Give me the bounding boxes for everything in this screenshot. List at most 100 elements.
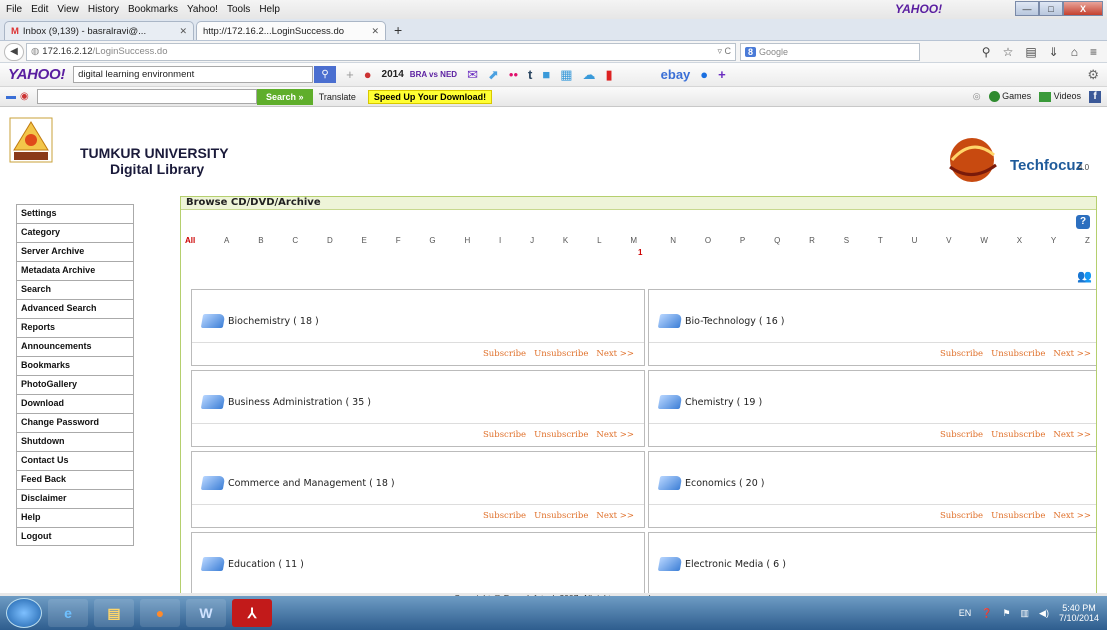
letter-y[interactable]: Y [1051, 236, 1056, 245]
sidebar-item-photogallery[interactable]: PhotoGallery [16, 375, 134, 394]
sidebar-item-announcements[interactable]: Announcements [16, 337, 134, 356]
help-tray-icon[interactable]: ❓ [981, 608, 992, 619]
letter-e[interactable]: E [362, 236, 367, 245]
tab-login-success[interactable]: http://172.16.2...LoginSuccess.do ✕ [196, 21, 386, 40]
start-button[interactable] [6, 598, 42, 628]
sidebar-item-bookmarks[interactable]: Bookmarks [16, 356, 134, 375]
back-button[interactable]: ◀ [4, 42, 24, 61]
subscribe-link[interactable]: Subscribe [483, 349, 526, 359]
letter-o[interactable]: O [705, 236, 711, 245]
letter-n[interactable]: N [670, 236, 676, 245]
gear-icon[interactable]: ⚙ [1087, 67, 1099, 83]
yahoo-search-button[interactable]: ⚲ [314, 66, 337, 83]
finance-icon[interactable]: ⬈ [488, 67, 499, 83]
maximize-button[interactable]: □ [1039, 1, 1063, 16]
letter-i[interactable]: I [499, 236, 501, 245]
world-cup-badge[interactable]: 2014 [382, 69, 404, 80]
sidebar-item-settings[interactable]: Settings [16, 204, 134, 223]
toolbar-search-input[interactable] [36, 89, 257, 104]
speed-up-button[interactable]: Speed Up Your Download! [367, 89, 493, 104]
letter-h[interactable]: H [464, 236, 470, 245]
translate-button[interactable]: Translate [319, 92, 356, 102]
sidebar-item-help[interactable]: Help [16, 508, 134, 527]
sidebar-item-metadata-archive[interactable]: Metadata Archive [16, 261, 134, 280]
category-title-link[interactable]: Business Administration ( 35 ) [200, 395, 371, 409]
plus-icon[interactable]: + [346, 67, 354, 82]
sidebar-item-shutdown[interactable]: Shutdown [16, 432, 134, 451]
flag-tray-icon[interactable]: ⚑ [1002, 608, 1010, 619]
firefox-taskbar-icon[interactable]: ● [140, 599, 180, 627]
next-link[interactable]: Next >> [596, 511, 634, 521]
address-bar[interactable]: ◍ 172.16.2.12/LoginSuccess.do ▿ C [26, 42, 736, 61]
category-title-link[interactable]: Electronic Media ( 6 ) [657, 557, 786, 571]
videos-link[interactable]: Videos [1039, 91, 1081, 102]
news-icon[interactable]: ▦ [560, 67, 572, 83]
ebay-link[interactable]: ebay [661, 67, 691, 82]
sidebar-item-logout[interactable]: Logout [16, 527, 134, 546]
sidebar-item-server-archive[interactable]: Server Archive [16, 242, 134, 261]
sidebar-item-category[interactable]: Category [16, 223, 134, 242]
ie-taskbar-icon[interactable]: e [48, 599, 88, 627]
orb-icon[interactable]: ◉ [20, 91, 29, 102]
letter-r[interactable]: R [809, 236, 815, 245]
letter-s[interactable]: S [844, 236, 849, 245]
search-icon[interactable]: ⚲ [982, 45, 991, 59]
category-title-link[interactable]: Commerce and Management ( 18 ) [200, 476, 395, 490]
unsubscribe-link[interactable]: Unsubscribe [534, 430, 588, 440]
category-title-link[interactable]: Education ( 11 ) [200, 557, 304, 571]
letter-t[interactable]: T [878, 236, 883, 245]
category-title-link[interactable]: Biochemistry ( 18 ) [200, 314, 319, 328]
menu-edit[interactable]: Edit [31, 4, 48, 15]
menu-history[interactable]: History [88, 4, 119, 15]
letter-all[interactable]: All [185, 236, 195, 245]
word-taskbar-icon[interactable]: W [186, 599, 226, 627]
library-icon[interactable]: ▤ [1025, 45, 1036, 59]
answers-icon[interactable]: ■ [542, 67, 550, 82]
games-link[interactable]: Games [988, 91, 1031, 103]
subscribe-link[interactable]: Subscribe [940, 511, 983, 521]
next-link[interactable]: Next >> [1053, 349, 1091, 359]
match-label[interactable]: BRA vs NED [410, 70, 457, 79]
reload-icon[interactable]: ▿ C [717, 46, 731, 57]
language-indicator[interactable]: EN [959, 608, 972, 618]
flickr-icon[interactable]: •• [509, 67, 518, 82]
google-search-box[interactable]: 8 Google [740, 42, 920, 61]
letter-z[interactable]: Z [1085, 236, 1090, 245]
menu-help[interactable]: Help [259, 4, 280, 15]
tab-inbox[interactable]: M Inbox (9,139) - basralravi@... ✕ [4, 21, 194, 40]
letter-x[interactable]: X [1017, 236, 1022, 245]
letter-m[interactable]: M1 [630, 236, 642, 257]
sidebar-item-advanced-search[interactable]: Advanced Search [16, 299, 134, 318]
unsubscribe-link[interactable]: Unsubscribe [534, 349, 588, 359]
unsubscribe-link[interactable]: Unsubscribe [534, 511, 588, 521]
mail-icon[interactable]: ✉ [467, 67, 478, 83]
network-icon[interactable]: ▥ [1021, 608, 1030, 619]
yahoo-logo[interactable]: YAHOO! [8, 66, 65, 83]
letter-w[interactable]: W [980, 236, 988, 245]
category-title-link[interactable]: Economics ( 20 ) [657, 476, 765, 490]
category-title-link[interactable]: Bio-Technology ( 16 ) [657, 314, 784, 328]
sidebar-item-reports[interactable]: Reports [16, 318, 134, 337]
star-icon[interactable]: ☆ [1003, 45, 1014, 59]
menu-bookmarks[interactable]: Bookmarks [128, 4, 178, 15]
sidebar-item-disclaimer[interactable]: Disclaimer [16, 489, 134, 508]
add-icon[interactable]: + [718, 67, 726, 82]
letter-v[interactable]: V [946, 236, 951, 245]
next-link[interactable]: Next >> [596, 349, 634, 359]
flag-icon[interactable]: ▬ [6, 91, 16, 102]
letter-a[interactable]: A [224, 236, 229, 245]
letter-q[interactable]: Q [774, 236, 780, 245]
letter-p[interactable]: P [740, 236, 745, 245]
sidebar-item-contact-us[interactable]: Contact Us [16, 451, 134, 470]
download-icon[interactable]: ⇓ [1049, 45, 1059, 59]
menu-tools[interactable]: Tools [227, 4, 250, 15]
menu-yahoo[interactable]: Yahoo! [187, 4, 218, 15]
record-icon[interactable]: ● [364, 67, 372, 82]
sidebar-item-change-password[interactable]: Change Password [16, 413, 134, 432]
letter-g[interactable]: G [429, 236, 435, 245]
minimize-button[interactable]: — [1015, 1, 1039, 16]
unsubscribe-link[interactable]: Unsubscribe [991, 349, 1045, 359]
category-title-link[interactable]: Chemistry ( 19 ) [657, 395, 762, 409]
letter-j[interactable]: J [530, 236, 534, 245]
letter-f[interactable]: F [396, 236, 401, 245]
